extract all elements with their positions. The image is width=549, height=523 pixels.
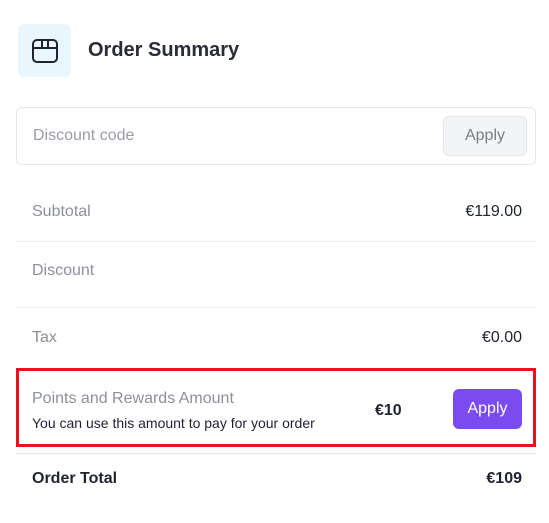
subtotal-value: €119.00 — [465, 203, 522, 220]
tax-label: Tax — [32, 329, 57, 346]
discount-code-form: Apply — [16, 107, 536, 165]
points-rewards-hint: You can use this amount to pay for your … — [32, 415, 315, 431]
points-rewards-amount: €10 — [375, 402, 402, 419]
discount-code-input[interactable] — [33, 124, 413, 148]
tax-value: €0.00 — [481, 329, 522, 346]
points-rewards-section: Points and Rewards Amount You can use th… — [16, 368, 536, 447]
discount-apply-button[interactable]: Apply — [443, 116, 527, 156]
package-icon — [18, 24, 71, 77]
order-total-value: €109 — [486, 470, 522, 487]
subtotal-label: Subtotal — [32, 203, 91, 220]
divider — [16, 241, 536, 242]
points-apply-button[interactable]: Apply — [453, 389, 522, 429]
order-total-label: Order Total — [32, 470, 118, 487]
page-title: Order Summary — [88, 39, 240, 61]
divider — [16, 453, 536, 454]
discount-label: Discount — [32, 262, 95, 279]
points-rewards-label: Points and Rewards Amount — [32, 390, 234, 407]
divider — [16, 307, 536, 308]
